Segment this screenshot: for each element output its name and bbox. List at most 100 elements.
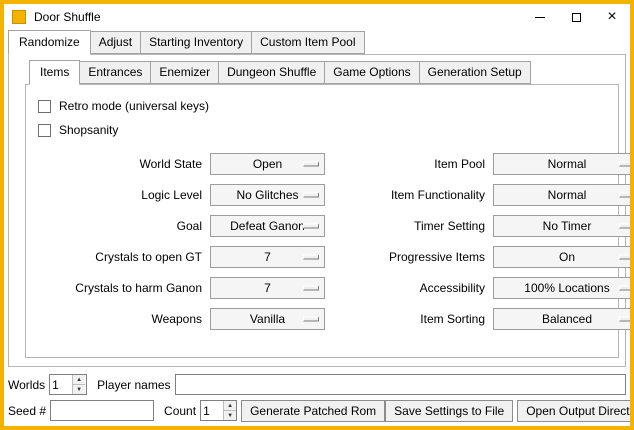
tab-starting-inventory[interactable]: Starting Inventory [140,31,252,54]
shopsanity-row: Shopsanity [32,118,612,142]
seed-label: Seed # [8,404,46,418]
bottom-bar: Worlds ▲ ▼ Player names Seed # Count ▲ ▼ [4,367,630,426]
seed-input[interactable] [50,400,154,421]
item-sorting-value: Balanced [542,312,592,326]
shopsanity-label: Shopsanity [59,123,118,137]
app-window: Door Shuffle × Randomize Adjust Starting… [0,0,634,430]
weapons-value: Vanilla [250,312,285,326]
minimize-button[interactable] [522,4,558,30]
world-state-dropdown[interactable]: Open [210,153,325,175]
tab-enemizer[interactable]: Enemizer [150,61,219,84]
item-pool-label: Item Pool [333,157,485,171]
count-label: Count [164,404,196,418]
item-pool-dropdown[interactable]: Normal [493,153,634,175]
items-panel: Retro mode (universal keys) Shopsanity W… [25,84,619,358]
timer-setting-dropdown[interactable]: No Timer [493,215,634,237]
spin-down-icon[interactable]: ▼ [224,410,236,420]
spin-up-icon[interactable]: ▲ [224,401,236,410]
dropdown-indicator-icon [619,254,634,259]
dropdown-indicator-icon [303,161,319,166]
item-sorting-label: Item Sorting [333,312,485,326]
save-settings-button[interactable]: Save Settings to File [385,400,513,422]
dropdown-indicator-icon [619,316,634,321]
dropdown-indicator-icon [619,192,634,197]
weapons-dropdown[interactable]: Vanilla [210,308,325,330]
goal-label: Goal [32,219,202,233]
spin-down-icon[interactable]: ▼ [73,384,85,394]
weapons-label: Weapons [32,312,202,326]
dropdown-indicator-icon [303,285,319,290]
progressive-items-label: Progressive Items [333,250,485,264]
crystals-ganon-value: 7 [264,281,271,295]
shopsanity-checkbox[interactable] [38,124,51,137]
retro-mode-checkbox[interactable] [38,100,51,113]
retro-mode-label: Retro mode (universal keys) [59,99,209,113]
item-functionality-value: Normal [548,188,587,202]
retro-mode-row: Retro mode (universal keys) [32,94,612,118]
close-icon: × [607,9,616,25]
spin-up-icon[interactable]: ▲ [73,375,85,384]
dropdown-indicator-icon [619,223,634,228]
item-pool-value: Normal [548,157,587,171]
app-icon [12,10,26,24]
crystals-gt-dropdown[interactable]: 7 [210,246,325,268]
sub-tab-bar: Items Entrances Enemizer Dungeon Shuffle… [25,60,619,84]
dropdown-indicator-icon [619,161,634,166]
dropdown-indicator-icon [303,192,319,197]
count-spin-buttons: ▲ ▼ [223,401,236,420]
window-controls: × [522,4,630,30]
tab-adjust[interactable]: Adjust [90,31,141,54]
tab-generation-setup[interactable]: Generation Setup [419,61,531,84]
close-button[interactable]: × [594,4,630,30]
window-title: Door Shuffle [34,10,101,24]
dropdown-indicator-icon [303,316,319,321]
tab-custom-item-pool[interactable]: Custom Item Pool [251,31,364,54]
tab-items[interactable]: Items [29,60,80,85]
timer-setting-value: No Timer [543,219,592,233]
tab-game-options[interactable]: Game Options [324,61,419,84]
player-names-label: Player names [97,378,170,392]
goal-value: Defeat Ganon [230,219,305,233]
accessibility-label: Accessibility [333,281,485,295]
minimize-icon [535,17,545,18]
seed-row: Seed # Count ▲ ▼ Generate Patched Rom Sa… [8,399,626,422]
crystals-ganon-label: Crystals to harm Ganon [32,281,202,295]
count-spinbox[interactable]: ▲ ▼ [200,400,237,421]
accessibility-value: 100% Locations [524,281,609,295]
main-tab-bar: Randomize Adjust Starting Inventory Cust… [4,30,630,54]
titlebar: Door Shuffle × [4,4,630,30]
worlds-input[interactable] [50,375,72,394]
logic-level-value: No Glitches [236,188,298,202]
dropdown-indicator-icon [619,285,634,290]
tab-entrances[interactable]: Entrances [79,61,151,84]
worlds-spin-buttons: ▲ ▼ [72,375,85,394]
count-input[interactable] [201,401,223,420]
maximize-button[interactable] [558,4,594,30]
randomize-panel: Items Entrances Enemizer Dungeon Shuffle… [8,54,626,367]
logic-level-dropdown[interactable]: No Glitches [210,184,325,206]
crystals-ganon-dropdown[interactable]: 7 [210,277,325,299]
logic-level-label: Logic Level [32,188,202,202]
options-grid: World State Open Item Pool Normal Logic … [32,148,612,334]
player-names-input[interactable] [175,374,627,395]
world-state-label: World State [32,157,202,171]
open-output-button[interactable]: Open Output Directory [517,400,634,422]
crystals-gt-value: 7 [264,250,271,264]
tab-dungeon-shuffle[interactable]: Dungeon Shuffle [218,61,325,84]
worlds-row: Worlds ▲ ▼ Player names [8,373,626,396]
timer-setting-label: Timer Setting [333,219,485,233]
dropdown-indicator-icon [303,254,319,259]
progressive-items-dropdown[interactable]: On [493,246,634,268]
outer-notebook: Randomize Adjust Starting Inventory Cust… [4,30,630,367]
progressive-items-value: On [559,250,575,264]
generate-button[interactable]: Generate Patched Rom [241,400,385,422]
accessibility-dropdown[interactable]: 100% Locations [493,277,634,299]
goal-dropdown[interactable]: Defeat Ganon [210,215,325,237]
worlds-spinbox[interactable]: ▲ ▼ [49,374,87,395]
maximize-icon [572,13,581,22]
dropdown-indicator-icon [303,223,319,228]
item-functionality-dropdown[interactable]: Normal [493,184,634,206]
tab-randomize[interactable]: Randomize [8,30,91,55]
item-sorting-dropdown[interactable]: Balanced [493,308,634,330]
item-functionality-label: Item Functionality [333,188,485,202]
